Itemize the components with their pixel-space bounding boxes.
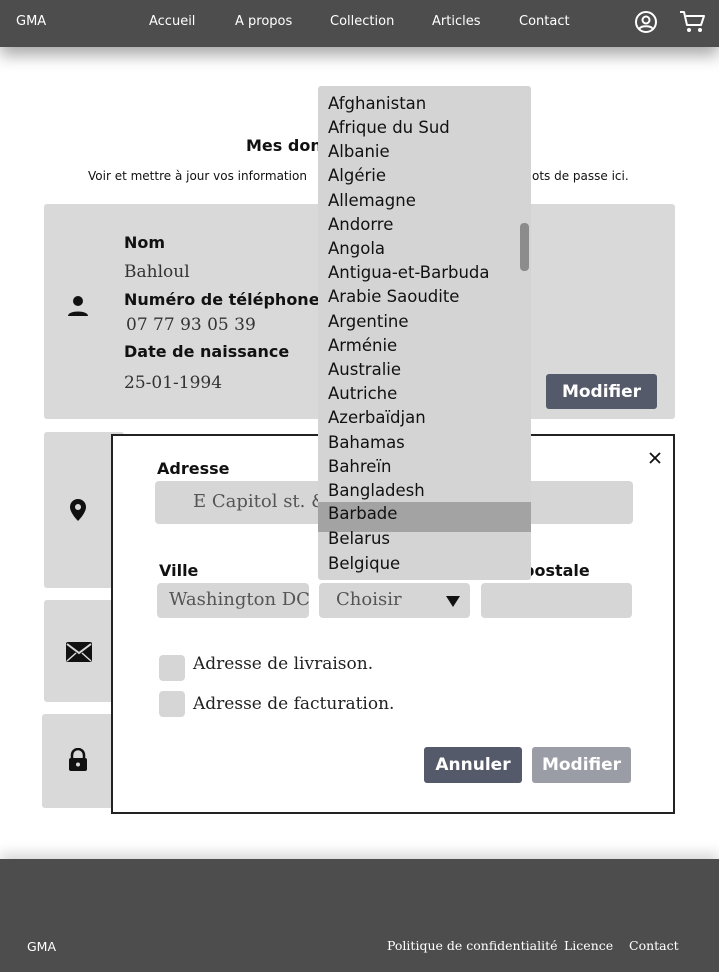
- country-option[interactable]: Bangladesh: [328, 481, 425, 500]
- cancel-button[interactable]: Annuler: [424, 747, 522, 783]
- chevron-down-icon: [446, 596, 460, 607]
- country-option[interactable]: Antigua-et-Barbuda: [328, 263, 490, 282]
- person-icon: [68, 296, 88, 316]
- footer-link-contact[interactable]: Contact: [629, 938, 679, 953]
- footer-link-license[interactable]: Licence: [564, 938, 613, 953]
- phone-value: 07 77 93 05 39: [126, 315, 256, 335]
- country-option[interactable]: Arménie: [328, 336, 397, 355]
- billing-address-label: Adresse de facturation.: [193, 694, 395, 714]
- submit-address-button[interactable]: Modifier: [532, 747, 631, 783]
- phone-label: Numéro de téléphone: [124, 290, 320, 309]
- top-navigation-bar: GMA Accueil A propos Collection Articles…: [0, 0, 719, 47]
- postal-code-input[interactable]: [481, 583, 632, 618]
- delivery-address-label: Adresse de livraison.: [193, 654, 374, 674]
- billing-address-checkbox[interactable]: [159, 691, 185, 717]
- country-dropdown-list[interactable]: Afghanistan Afrique du Sud Albanie Algér…: [318, 86, 531, 580]
- footer-link-privacy[interactable]: Politique de confidentialité: [387, 938, 558, 953]
- name-label: Nom: [124, 233, 166, 252]
- logo[interactable]: GMA: [16, 14, 46, 29]
- country-option[interactable]: Arabie Saoudite: [328, 287, 459, 306]
- profile-edit-button[interactable]: Modifier: [546, 374, 657, 409]
- page-subtitle-right: ots de passe ici.: [532, 169, 629, 183]
- footer: GMA Politique de confidentialité Licence…: [0, 859, 719, 972]
- country-option[interactable]: Allemagne: [328, 191, 416, 210]
- nav-link-collection[interactable]: Collection: [330, 14, 394, 29]
- dropdown-scrollbar[interactable]: [520, 223, 529, 271]
- country-option[interactable]: Argentine: [328, 312, 409, 331]
- country-option[interactable]: Belarus: [328, 529, 390, 548]
- country-option[interactable]: Algérie: [328, 166, 386, 185]
- nav-link-a-propos[interactable]: A propos: [235, 14, 292, 29]
- birthdate-value: 25-01-1994: [124, 373, 223, 393]
- location-pin-icon: [70, 499, 86, 521]
- country-option[interactable]: Afghanistan: [328, 94, 426, 113]
- delivery-address-checkbox[interactable]: [159, 655, 185, 681]
- country-option[interactable]: Belgique: [328, 554, 400, 573]
- address-input-value: E Capitol st. &: [193, 491, 328, 512]
- city-label: Ville: [159, 561, 199, 580]
- country-option[interactable]: Autriche: [328, 384, 397, 403]
- footer-logo[interactable]: GMA: [27, 939, 56, 954]
- postal-code-label: postale: [523, 561, 590, 580]
- country-option[interactable]: Albanie: [328, 142, 390, 161]
- city-input-value: Washington DC: [169, 589, 310, 610]
- country-option[interactable]: Bahamas: [328, 433, 405, 452]
- birthdate-label: Date de naissance: [124, 342, 290, 361]
- nav-link-articles[interactable]: Articles: [432, 14, 480, 29]
- city-input[interactable]: Washington DC: [157, 583, 310, 618]
- country-option[interactable]: Andorre: [328, 215, 393, 234]
- page-title: Mes don: [246, 136, 322, 155]
- country-option[interactable]: Australie: [328, 360, 401, 379]
- country-option-highlighted[interactable]: Barbade: [328, 504, 397, 523]
- name-value: Bahloul: [124, 262, 190, 282]
- nav-link-accueil[interactable]: Accueil: [149, 14, 195, 29]
- nav-link-contact[interactable]: Contact: [519, 14, 570, 29]
- country-option[interactable]: Afrique du Sud: [328, 118, 450, 137]
- mail-icon: [66, 642, 92, 662]
- user-circle-icon[interactable]: [634, 10, 658, 34]
- country-select[interactable]: Choisir: [319, 583, 470, 618]
- close-icon[interactable]: [648, 451, 662, 465]
- country-option[interactable]: Bahreïn: [328, 457, 392, 476]
- address-label: Adresse: [157, 459, 230, 478]
- cart-icon[interactable]: [679, 10, 707, 34]
- lock-icon: [69, 748, 87, 771]
- country-select-value: Choisir: [336, 589, 402, 610]
- country-option[interactable]: Angola: [328, 239, 385, 258]
- country-option[interactable]: Azerbaïdjan: [328, 408, 426, 427]
- page-subtitle-left: Voir et mettre à jour vos information: [88, 169, 307, 183]
